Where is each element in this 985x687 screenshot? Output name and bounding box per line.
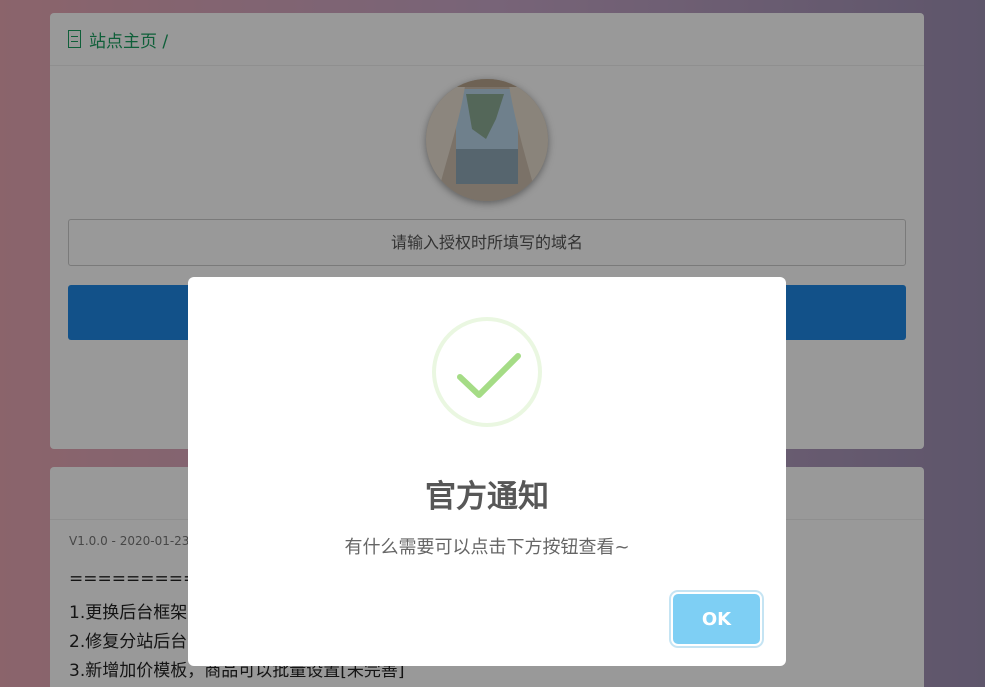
modal-message: 有什么需要可以点击下方按钮查看~	[344, 537, 630, 558]
ok-button[interactable]: OK	[673, 594, 760, 644]
success-check-icon	[432, 317, 542, 427]
notice-modal: 官方通知 有什么需要可以点击下方按钮查看~ OK	[188, 277, 786, 666]
modal-title: 官方通知	[425, 479, 549, 515]
